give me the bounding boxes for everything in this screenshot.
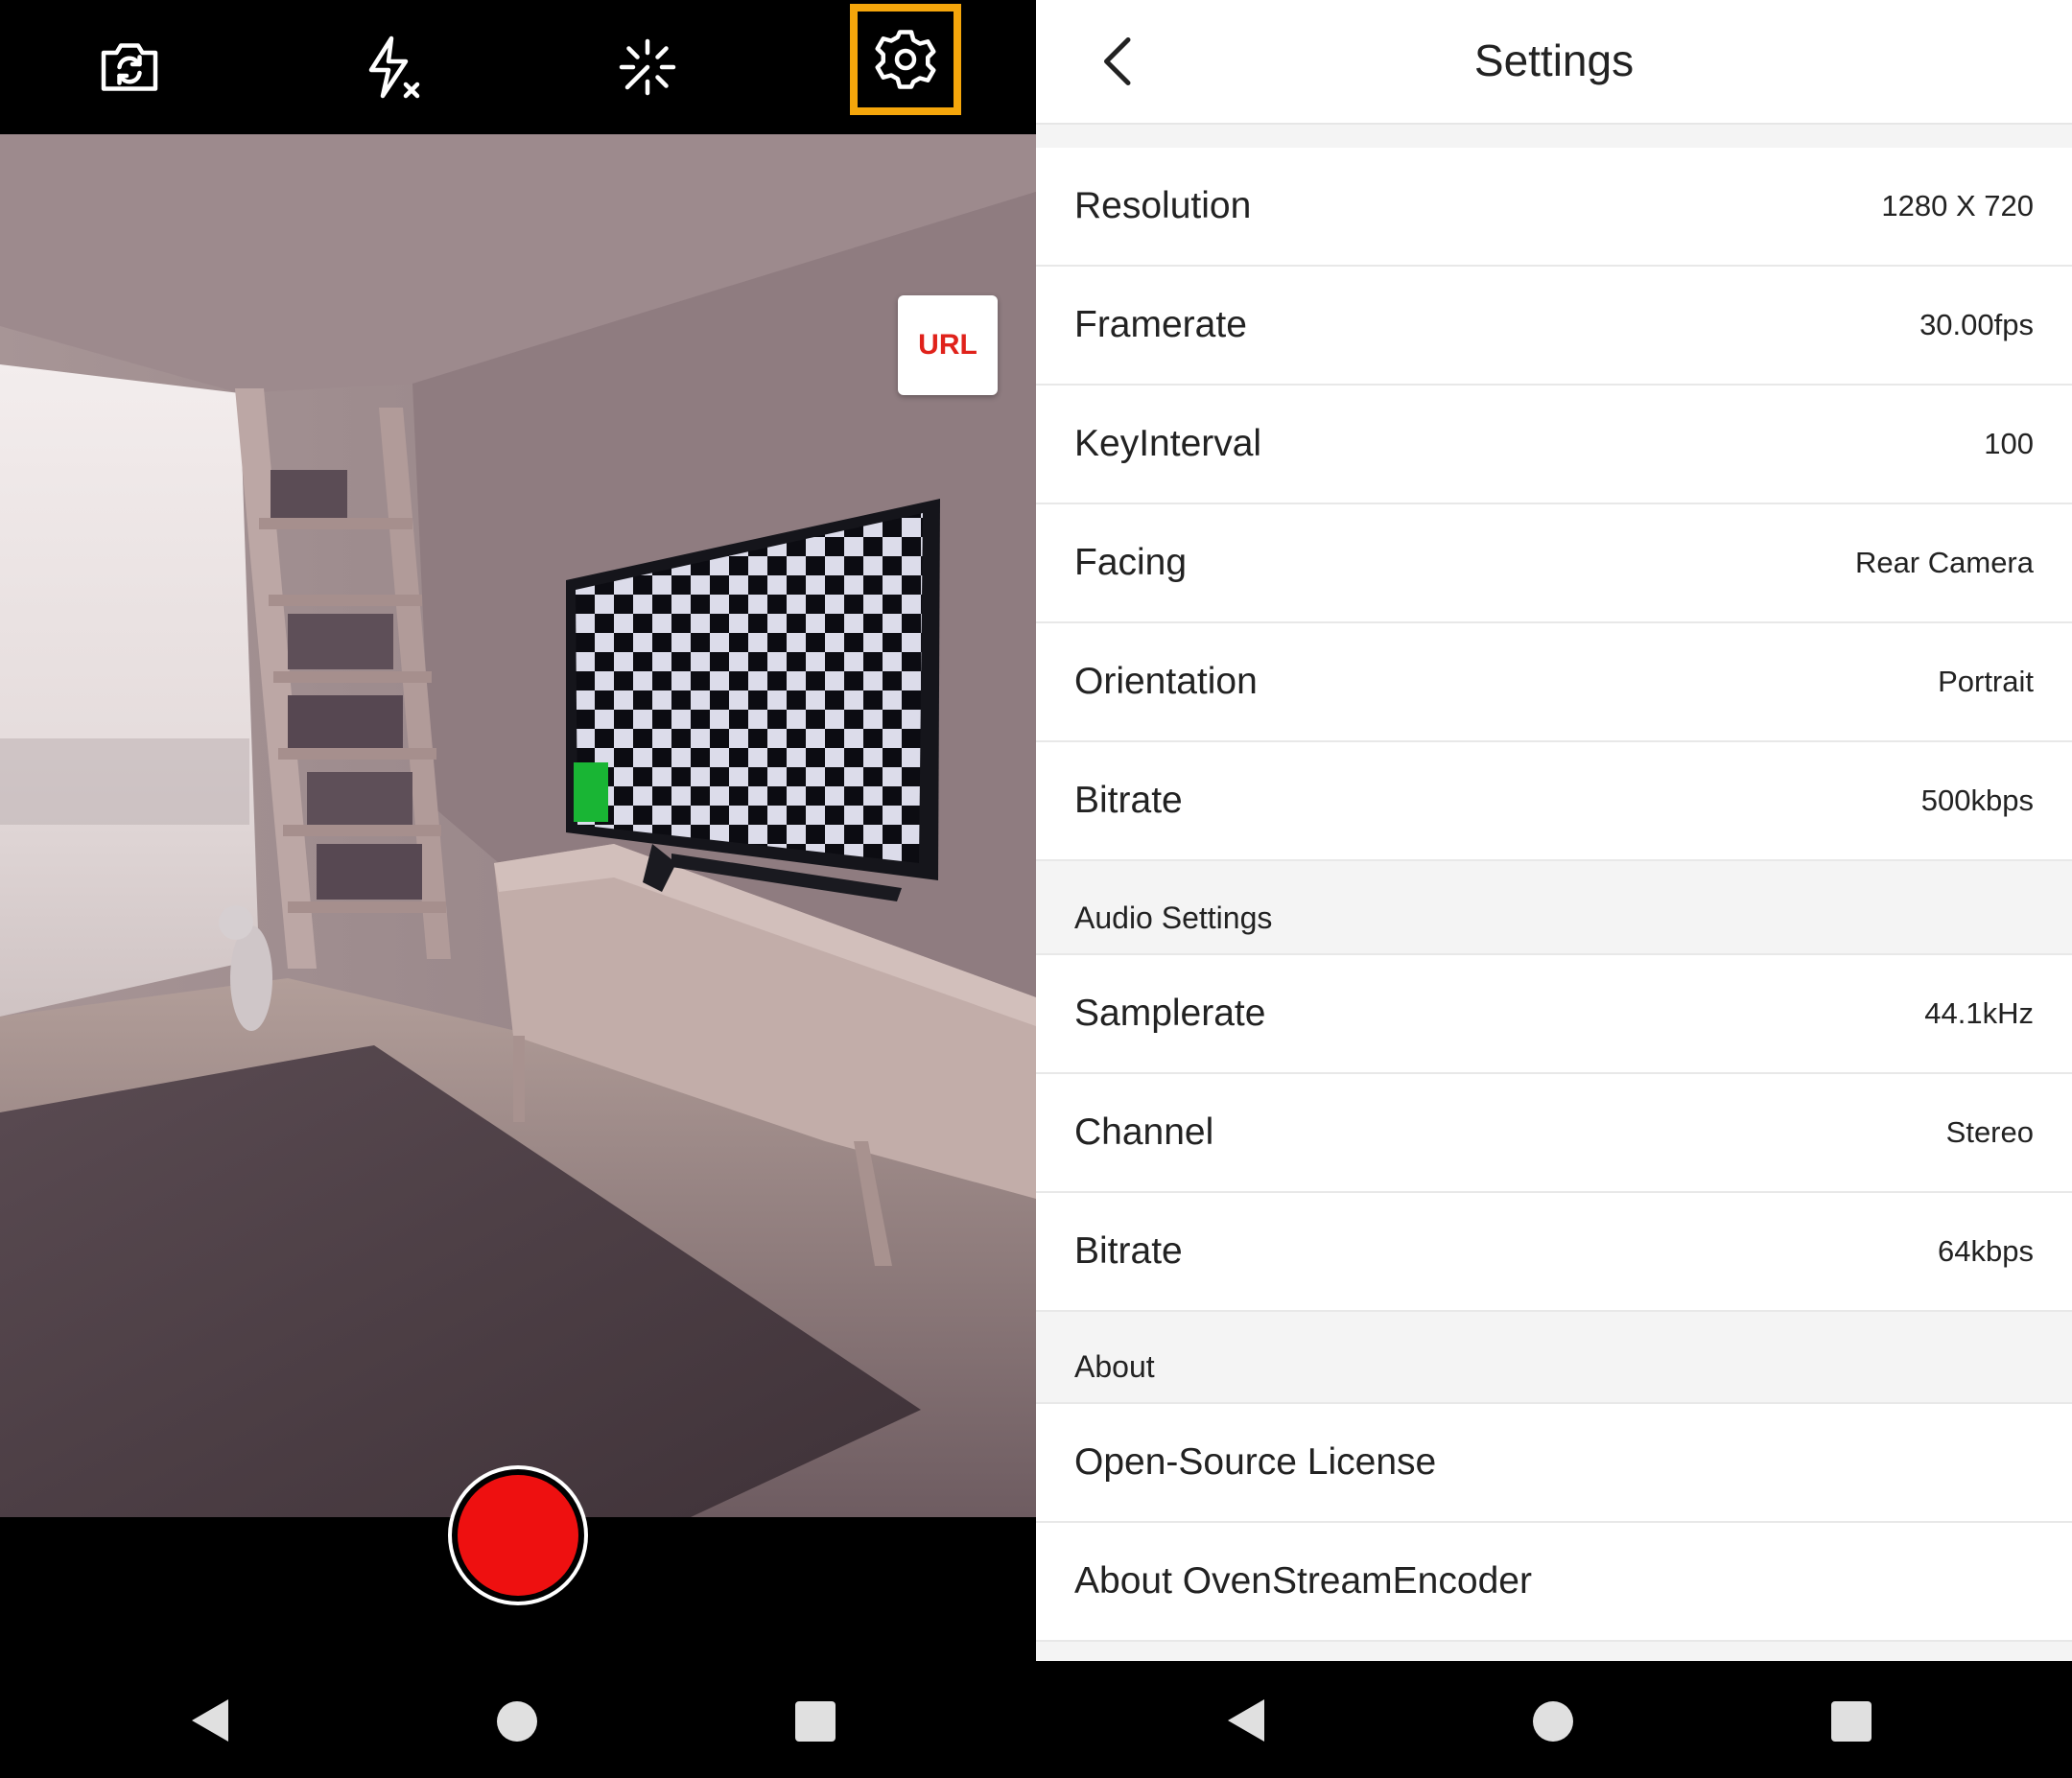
setting-row-audio-bitrate[interactable]: Bitrate 64kbps (1036, 1193, 2072, 1312)
url-button[interactable]: URL (898, 295, 998, 395)
nav-back-icon[interactable] (192, 1699, 228, 1742)
setting-value: Stereo (1945, 1115, 2034, 1149)
setting-label: Open-Source License (1074, 1441, 1437, 1483)
settings-app-bar: Settings (1036, 0, 2072, 125)
setting-label: Facing (1074, 542, 1188, 583)
settings-list: Resolution 1280 X 720 Framerate 30.00fps… (1036, 148, 2072, 1642)
camera-screen: URL (0, 0, 1036, 1778)
nav-home-icon[interactable] (497, 1701, 537, 1742)
setting-label: About OvenStreamEncoder (1074, 1560, 1532, 1602)
setting-value: 30.00fps (1919, 308, 2034, 341)
setting-row-about-app[interactable]: About OvenStreamEncoder (1036, 1523, 2072, 1642)
setting-row-channel[interactable]: Channel Stereo (1036, 1074, 2072, 1193)
setting-row-framerate[interactable]: Framerate 30.00fps (1036, 267, 2072, 386)
setting-label: Channel (1074, 1111, 1214, 1153)
setting-label: Bitrate (1074, 1230, 1183, 1272)
flash-off-icon[interactable] (343, 19, 439, 115)
page-title: Settings (1473, 35, 1635, 85)
setting-value: 500kbps (1920, 784, 2034, 817)
setting-row-facing[interactable]: Facing Rear Camera (1036, 504, 2072, 623)
setting-row-keyinterval[interactable]: KeyInterval 100 (1036, 386, 2072, 504)
setting-row-orientation[interactable]: Orientation Portrait (1036, 623, 2072, 742)
setting-value: 44.1kHz (1924, 996, 2034, 1030)
nav-recents-icon[interactable] (1831, 1701, 1872, 1742)
record-button[interactable] (448, 1465, 588, 1605)
settings-gear-icon[interactable] (850, 4, 961, 115)
switch-camera-icon[interactable] (82, 19, 177, 115)
nav-home-icon[interactable] (1533, 1701, 1573, 1742)
setting-value: 64kbps (1938, 1234, 2034, 1268)
setting-label: Orientation (1074, 661, 1258, 702)
setting-row-video-bitrate[interactable]: Bitrate 500kbps (1036, 742, 2072, 861)
setting-row-resolution[interactable]: Resolution 1280 X 720 (1036, 148, 2072, 267)
section-header-about: About (1036, 1312, 2072, 1404)
setting-value: 1280 X 720 (1881, 189, 2034, 222)
camera-viewfinder: URL (0, 134, 1036, 1517)
camera-toolbar (0, 0, 1036, 123)
setting-row-open-source-license[interactable]: Open-Source License (1036, 1404, 2072, 1523)
settings-screen: Settings Resolution 1280 X 720 Framerate… (1036, 0, 2072, 1778)
setting-label: KeyInterval (1074, 423, 1262, 464)
setting-row-samplerate[interactable]: Samplerate 44.1kHz (1036, 955, 2072, 1074)
setting-value: Rear Camera (1854, 546, 2034, 579)
nav-recents-icon[interactable] (795, 1701, 836, 1742)
setting-label: Framerate (1074, 304, 1247, 345)
nav-back-icon[interactable] (1228, 1699, 1264, 1742)
navigation-bar (0, 1661, 1036, 1778)
setting-value: 100 (1984, 427, 2034, 460)
setting-label: Samplerate (1074, 993, 1266, 1034)
setting-value: Portrait (1938, 665, 2034, 698)
section-header-audio: Audio Settings (1036, 861, 2072, 955)
filter-effect-icon[interactable] (600, 19, 695, 115)
record-dot (458, 1475, 578, 1596)
record-ring (452, 1469, 584, 1602)
navigation-bar (1036, 1661, 2072, 1778)
setting-label: Bitrate (1074, 780, 1183, 821)
setting-label: Resolution (1074, 185, 1252, 226)
